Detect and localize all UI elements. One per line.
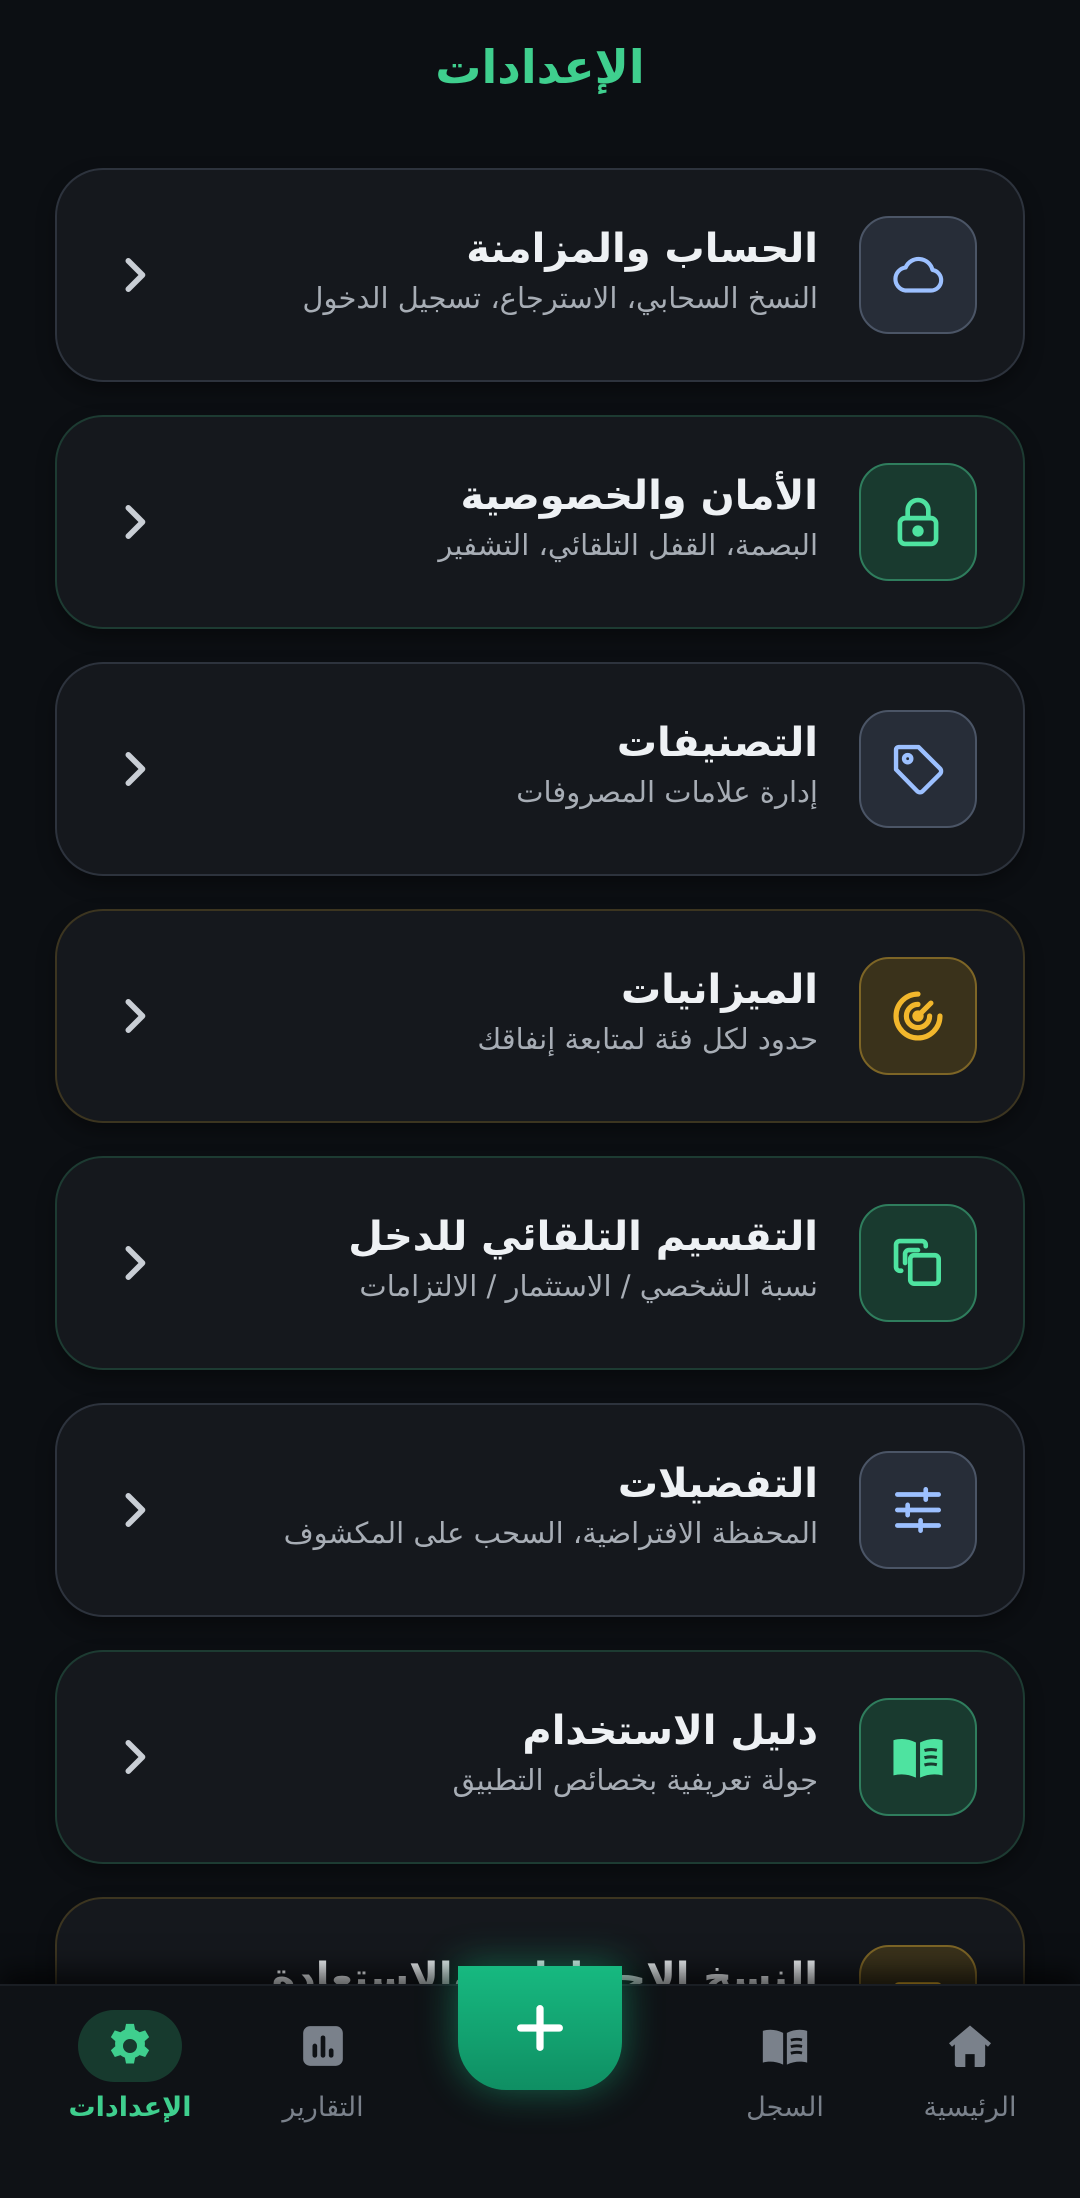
add-transaction-button[interactable]: [458, 1966, 622, 2090]
nav-label-settings: الإعدادات: [68, 2092, 192, 2123]
nav-log[interactable]: السجل: [705, 2010, 865, 2123]
item-title: التفضيلات: [617, 1461, 818, 1507]
settings-item-user-guide[interactable]: دليل الاستخدام جولة تعريفية بخصائص التطب…: [55, 1650, 1025, 1864]
settings-list: الحساب والمزامنة النسخ السحابي، الاسترجا…: [55, 168, 1025, 2144]
item-title: دليل الاستخدام: [522, 1708, 818, 1754]
copy-icon: [859, 1204, 977, 1322]
nav-reports[interactable]: التقارير: [243, 2010, 403, 2123]
book-icon: [859, 1698, 977, 1816]
gear-icon: [78, 2010, 182, 2082]
page-title: الإعدادات: [435, 40, 645, 94]
settings-item-account-sync[interactable]: الحساب والمزامنة النسخ السحابي، الاسترجا…: [55, 168, 1025, 382]
nav-label-log: السجل: [746, 2092, 824, 2123]
chevron-left-icon: [117, 993, 151, 1039]
settings-item-income-split[interactable]: التقسيم التلقائي للدخل نسبة الشخصي / الا…: [55, 1156, 1025, 1370]
item-subtitle: إدارة علامات المصروفات: [516, 775, 818, 809]
book-icon: [733, 2010, 837, 2082]
bottom-nav: الرئيسية السجل التقارير الإعدادات: [0, 1966, 1080, 2198]
chevron-left-icon: [117, 252, 151, 298]
item-title: الميزانيات: [620, 967, 818, 1013]
settings-item-preferences[interactable]: التفضيلات المحفظة الافتراضية، السحب على …: [55, 1403, 1025, 1617]
chevron-left-icon: [117, 499, 151, 545]
settings-screen: الإعدادات الحساب والمزامنة النسخ السحابي…: [0, 0, 1080, 2198]
home-icon: [918, 2010, 1022, 2082]
cloud-icon: [859, 216, 977, 334]
target-icon: [859, 957, 977, 1075]
item-title: الأمان والخصوصية: [460, 473, 819, 519]
sliders-icon: [859, 1451, 977, 1569]
item-subtitle: حدود لكل فئة لمتابعة إنفاقك: [477, 1022, 818, 1056]
nav-label-home: الرئيسية: [923, 2092, 1017, 2123]
settings-item-security[interactable]: الأمان والخصوصية البصمة، القفل التلقائي،…: [55, 415, 1025, 629]
settings-item-budgets[interactable]: الميزانيات حدود لكل فئة لمتابعة إنفاقك: [55, 909, 1025, 1123]
chevron-left-icon: [117, 746, 151, 792]
item-title: الحساب والمزامنة: [466, 226, 818, 272]
chevron-left-icon: [117, 1734, 151, 1780]
bar-chart-icon: [271, 2010, 375, 2082]
settings-item-categories[interactable]: التصنيفات إدارة علامات المصروفات: [55, 662, 1025, 876]
item-title: التصنيفات: [616, 720, 818, 766]
plus-icon: [517, 2005, 563, 2051]
chevron-left-icon: [117, 1487, 151, 1533]
nav-label-reports: التقارير: [282, 2092, 364, 2123]
nav-home[interactable]: الرئيسية: [890, 2010, 1050, 2123]
item-subtitle: البصمة، القفل التلقائي، التشفير: [438, 528, 818, 562]
lock-icon: [859, 463, 977, 581]
item-subtitle: جولة تعريفية بخصائص التطبيق: [452, 1763, 818, 1797]
item-title: التقسيم التلقائي للدخل: [348, 1214, 818, 1260]
item-subtitle: نسبة الشخصي / الاستثمار / الالتزامات: [359, 1269, 818, 1303]
item-subtitle: النسخ السحابي، الاسترجاع، تسجيل الدخول: [302, 281, 818, 315]
tag-icon: [859, 710, 977, 828]
nav-settings[interactable]: الإعدادات: [50, 2010, 210, 2123]
chevron-left-icon: [117, 1240, 151, 1286]
item-subtitle: المحفظة الافتراضية، السحب على المكشوف: [283, 1516, 818, 1550]
